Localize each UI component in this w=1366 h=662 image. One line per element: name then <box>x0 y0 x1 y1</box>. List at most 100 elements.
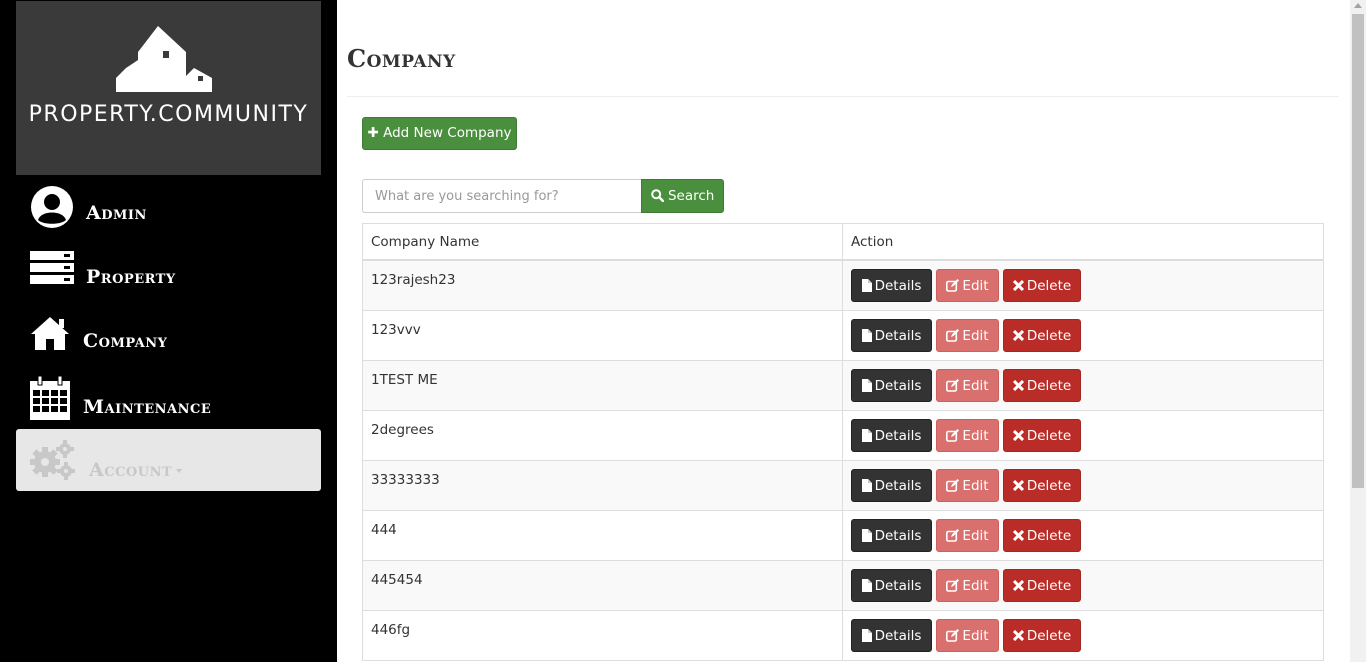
delete-button[interactable]: Delete <box>1003 569 1081 602</box>
edit-button[interactable]: Edit <box>936 269 999 302</box>
plus-icon: ✚ <box>367 125 379 141</box>
file-icon <box>861 579 872 592</box>
brand-logo[interactable]: PROPERTY.COMMUNITY <box>16 1 321 175</box>
details-button[interactable]: Details <box>851 319 932 352</box>
table-row: 123rajesh23 Details Edit Delete <box>363 261 1323 311</box>
action-cell: Details Edit Delete <box>843 461 1323 510</box>
delete-button-label: Delete <box>1026 327 1072 344</box>
house-logo-icon <box>116 26 212 92</box>
delete-button[interactable]: Delete <box>1003 519 1081 552</box>
nav-label-property: Property <box>86 266 176 288</box>
scroll-up-arrow-icon[interactable] <box>1354 3 1362 8</box>
user-circle-icon <box>31 186 73 228</box>
delete-button-label: Delete <box>1026 477 1072 494</box>
nav-item-property[interactable]: Property <box>16 246 321 306</box>
edit-button[interactable]: Edit <box>936 619 999 652</box>
action-cell: Details Edit Delete <box>843 561 1323 610</box>
table-row: 446fg Details Edit Delete <box>363 611 1323 661</box>
delete-button-label: Delete <box>1026 427 1072 444</box>
scrollbar-thumb[interactable] <box>1352 14 1364 488</box>
file-icon <box>861 279 872 292</box>
delete-button[interactable]: Delete <box>1003 419 1081 452</box>
edit-icon <box>946 329 960 342</box>
close-icon <box>1012 380 1024 391</box>
close-icon <box>1012 630 1024 641</box>
nav-label-maintenance: Maintenance <box>83 396 212 418</box>
delete-button[interactable]: Delete <box>1003 469 1081 502</box>
details-button-label: Details <box>874 477 922 494</box>
edit-button-label: Edit <box>962 477 989 494</box>
search-input[interactable] <box>362 179 642 213</box>
action-cell: Details Edit Delete <box>843 361 1323 410</box>
search-icon <box>650 189 664 203</box>
delete-button[interactable]: Delete <box>1003 619 1081 652</box>
edit-button-label: Edit <box>962 427 989 444</box>
gears-icon <box>30 440 75 480</box>
details-button[interactable]: Details <box>851 569 932 602</box>
details-button[interactable]: Details <box>851 619 932 652</box>
caret-down-icon <box>176 469 183 473</box>
table-row: 2degrees Details Edit Delete <box>363 411 1323 461</box>
edit-button[interactable]: Edit <box>936 369 999 402</box>
edit-button-label: Edit <box>962 377 989 394</box>
column-header-action: Action <box>851 234 894 250</box>
action-cell: Details Edit Delete <box>843 261 1323 310</box>
details-button[interactable]: Details <box>851 469 932 502</box>
edit-icon <box>946 479 960 492</box>
page-title: Company <box>347 44 456 73</box>
edit-button[interactable]: Edit <box>936 469 999 502</box>
details-button-label: Details <box>874 527 922 544</box>
brand-name: PROPERTY.COMMUNITY <box>28 102 309 127</box>
file-icon <box>861 379 872 392</box>
search-button-label: Search <box>667 188 715 204</box>
vertical-scrollbar[interactable] <box>1350 0 1366 662</box>
details-button[interactable]: Details <box>851 419 932 452</box>
details-button[interactable]: Details <box>851 519 932 552</box>
edit-button-label: Edit <box>962 327 989 344</box>
calendar-icon <box>30 376 70 420</box>
nav-item-account-dropdown[interactable]: Account <box>16 429 321 491</box>
edit-button[interactable]: Edit <box>936 419 999 452</box>
add-new-company-button[interactable]: ✚ Add New Company <box>362 117 517 150</box>
action-cell: Details Edit Delete <box>843 511 1323 560</box>
edit-button-label: Edit <box>962 627 989 644</box>
table-row: 445454 Details Edit Delete <box>363 561 1323 611</box>
table-row: 1TEST ME Details Edit Delete <box>363 361 1323 411</box>
edit-icon <box>946 379 960 392</box>
nav-item-admin[interactable]: Admin <box>16 182 321 242</box>
delete-button-label: Delete <box>1026 627 1072 644</box>
details-button[interactable]: Details <box>851 369 932 402</box>
delete-button-label: Delete <box>1026 527 1072 544</box>
company-name-cell: 444 <box>363 511 843 560</box>
details-button-label: Details <box>874 327 922 344</box>
delete-button-label: Delete <box>1026 377 1072 394</box>
close-icon <box>1012 430 1024 441</box>
company-name-cell: 33333333 <box>363 461 843 510</box>
table-row: 123vvv Details Edit Delete <box>363 311 1323 361</box>
company-name-cell: 1TEST ME <box>363 361 843 410</box>
close-icon <box>1012 530 1024 541</box>
close-icon <box>1012 330 1024 341</box>
delete-button[interactable]: Delete <box>1003 269 1081 302</box>
file-icon <box>861 529 872 542</box>
edit-button[interactable]: Edit <box>936 519 999 552</box>
edit-button[interactable]: Edit <box>936 319 999 352</box>
edit-button-label: Edit <box>962 527 989 544</box>
company-name-cell: 2degrees <box>363 411 843 460</box>
details-button-label: Details <box>874 427 922 444</box>
edit-icon <box>946 429 960 442</box>
delete-button[interactable]: Delete <box>1003 319 1081 352</box>
delete-button[interactable]: Delete <box>1003 369 1081 402</box>
details-button[interactable]: Details <box>851 269 932 302</box>
file-icon <box>861 479 872 492</box>
nav-item-company[interactable]: Company <box>16 310 321 370</box>
nav-label-account: Account <box>89 459 183 481</box>
nav-item-maintenance[interactable]: Maintenance <box>16 374 321 434</box>
edit-button[interactable]: Edit <box>936 569 999 602</box>
details-button-label: Details <box>874 627 922 644</box>
company-table: Company Name Action 123rajesh23 Details Ed… <box>362 223 1324 661</box>
close-icon <box>1012 480 1024 491</box>
company-name-cell: 123rajesh23 <box>363 261 843 310</box>
action-cell: Details Edit Delete <box>843 311 1323 360</box>
search-button[interactable]: Search <box>641 179 724 213</box>
